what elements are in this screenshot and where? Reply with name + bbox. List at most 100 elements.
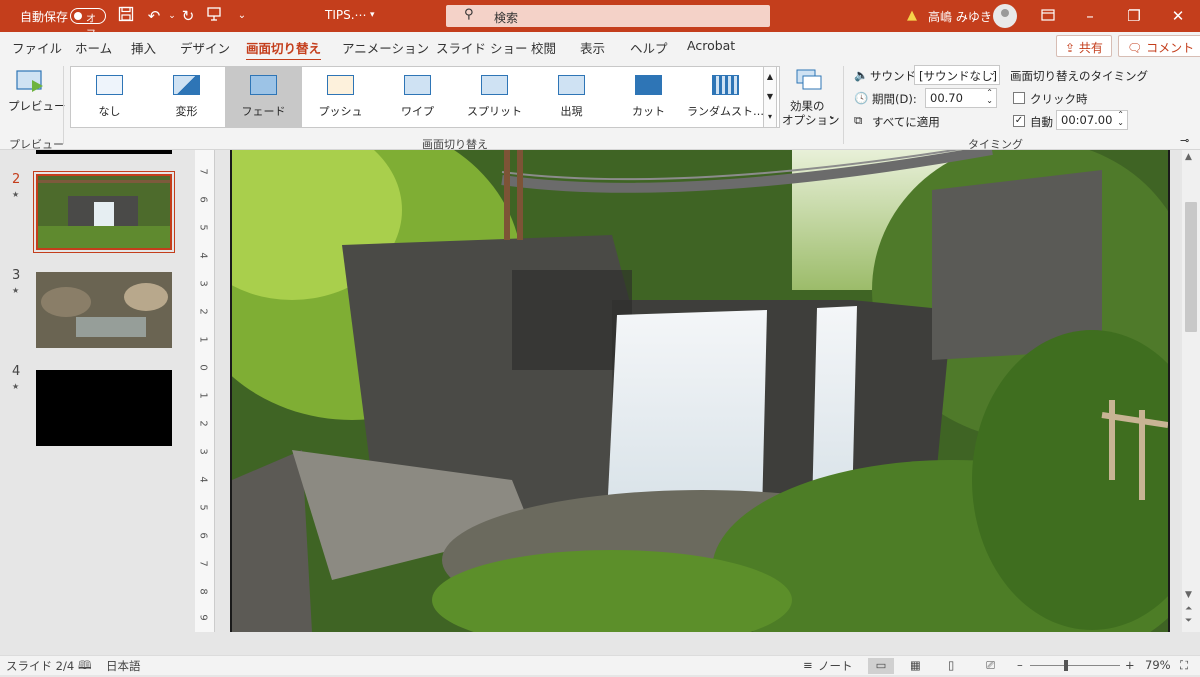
fit-to-window-icon[interactable]: ⛶ [1180, 658, 1188, 673]
ruler-label: 6 [197, 196, 209, 203]
thumbnail-slide-2[interactable] [33, 171, 175, 253]
tab-slideshow[interactable]: スライド ショー [436, 38, 527, 57]
slide-counter: スライド 2/4 [6, 659, 75, 673]
present-from-start-icon[interactable] [204, 6, 224, 26]
transition-split[interactable]: スプリット [456, 67, 533, 127]
share-button[interactable]: ⇪ 共有 [1056, 35, 1112, 57]
ruler-label: 6 [197, 532, 209, 539]
warning-icon[interactable]: ▲ [902, 6, 922, 26]
slide-number-2: 2 [12, 172, 21, 187]
ribbon-display-options-icon[interactable] [1038, 6, 1058, 26]
scroll-down-icon[interactable]: ▼ [1185, 590, 1192, 600]
on-click-checkbox[interactable] [1013, 92, 1025, 104]
ruler-label: 7 [197, 168, 209, 175]
transition-star-icon: ★ [12, 190, 20, 199]
zoom-level[interactable]: 79% [1145, 658, 1171, 672]
slide-canvas[interactable] [230, 150, 1170, 632]
transition-random-bars[interactable]: ランダムスト… [687, 67, 764, 127]
slide-sorter-icon[interactable]: ▦ [910, 658, 921, 672]
slide-number-3: 3 [12, 268, 21, 283]
preview-icon[interactable] [16, 70, 46, 96]
comment-label: コメント [1146, 41, 1195, 55]
tab-view[interactable]: 表示 [580, 38, 605, 57]
thumbnail-slide-3[interactable] [36, 272, 172, 348]
sound-select[interactable]: [サウンドなし] ⌄ [914, 65, 1000, 85]
minimize-icon[interactable]: – [1080, 6, 1100, 26]
scroll-thumb[interactable] [1185, 202, 1197, 332]
thumbnail-slide-4[interactable] [36, 370, 172, 446]
next-slide-icon[interactable]: ⏷ [1185, 616, 1192, 626]
zoom-slider[interactable] [1030, 665, 1120, 666]
tab-acrobat[interactable]: Acrobat [687, 38, 735, 53]
waterfall-photo [232, 150, 1168, 632]
after-checkbox[interactable]: ✓ [1013, 115, 1025, 127]
tab-review[interactable]: 校閲 [531, 38, 556, 57]
slideshow-view-icon[interactable]: ⎚ [986, 658, 995, 673]
zoom-slider-thumb[interactable] [1064, 660, 1068, 671]
title-dropdown-icon[interactable]: ▾ [370, 10, 375, 20]
document-title[interactable]: TIPS.⋯ [325, 8, 367, 22]
ruler-label: 4 [197, 476, 209, 483]
transition-fade[interactable]: フェード [225, 67, 302, 127]
comments-button[interactable]: 🗨 コメント [1118, 35, 1200, 57]
notes-button[interactable]: ノート [818, 658, 853, 674]
scroll-down-icon[interactable]: ▼ [764, 87, 776, 107]
effect-options-dropdown-icon[interactable]: ⌄ [828, 112, 836, 122]
transition-reveal[interactable]: 出現 [533, 67, 610, 127]
transition-none[interactable]: なし [71, 67, 148, 127]
transition-push[interactable]: プッシュ [302, 67, 379, 127]
gallery-more-icon[interactable]: ▾ [764, 107, 776, 127]
zoom-out-icon[interactable]: – [1017, 658, 1023, 672]
customize-qat-icon[interactable]: ⌄ [232, 6, 252, 26]
reading-view-icon[interactable]: ▯ [948, 658, 954, 672]
close-icon[interactable]: ✕ [1168, 6, 1188, 26]
search-icon: ⚲ [464, 7, 474, 22]
redo-icon[interactable]: ↻ [178, 6, 198, 26]
avatar[interactable] [993, 4, 1017, 28]
tab-design[interactable]: デザイン [180, 38, 230, 57]
vertical-scrollbar[interactable]: ▲ ▼ ⏶ ⏷ [1182, 150, 1200, 632]
thumbnail-slide-1-partial[interactable] [36, 150, 172, 154]
tab-transitions[interactable]: 画面切り替え [246, 38, 322, 62]
ruler-label: 5 [197, 504, 209, 511]
search-box[interactable]: ⚲ 検索 [446, 5, 770, 27]
effect-options-icon[interactable] [795, 68, 823, 92]
restore-icon[interactable]: ❐ [1124, 6, 1144, 26]
scroll-up-icon[interactable]: ▲ [1185, 152, 1192, 162]
transition-morph[interactable]: 変形 [148, 67, 225, 127]
tab-insert[interactable]: 挿入 [131, 38, 156, 57]
duration-spinner-icon: ⌃ ⌄ [986, 88, 993, 105]
transition-wipe[interactable]: ワイプ [379, 67, 456, 127]
tab-help[interactable]: ヘルプ [630, 38, 668, 57]
sound-dropdown-icon: ⌄ [988, 68, 996, 78]
scroll-up-icon[interactable]: ▲ [764, 67, 776, 87]
duration-label: 期間(D): [872, 92, 917, 106]
gallery-scroll[interactable]: ▲ ▼ ▾ [763, 66, 777, 128]
transition-cut[interactable]: カット [610, 67, 687, 127]
previous-slide-icon[interactable]: ⏶ [1185, 604, 1192, 614]
collapse-ribbon-icon[interactable]: ⊸ [1180, 134, 1189, 147]
share-icon: ⇪ [1065, 41, 1076, 55]
after-time-field[interactable]: 00:07.00 ⌃ ⌄ [1056, 110, 1128, 130]
tab-animations[interactable]: アニメーション [342, 38, 429, 57]
share-label: 共有 [1078, 41, 1103, 55]
ruler-label: 1 [197, 392, 209, 399]
apply-all-icon: ⧉ [854, 113, 863, 127]
tab-home[interactable]: ホーム [75, 38, 112, 57]
zoom-in-icon[interactable]: + [1125, 658, 1135, 672]
preview-button-label[interactable]: プレビュー [8, 98, 66, 114]
language-indicator[interactable]: 日本語 [106, 658, 141, 674]
normal-view-icon[interactable]: ▭ [868, 658, 894, 674]
apply-to-all-button[interactable]: すべてに適用 [872, 114, 940, 130]
tab-file[interactable]: ファイル [12, 38, 62, 57]
autosave-toggle[interactable]: オフ [70, 8, 106, 40]
undo-icon[interactable]: ↶ [144, 6, 164, 26]
duration-field[interactable]: 00.70 ⌃ ⌄ [925, 88, 997, 108]
notes-icon[interactable]: ≡ [803, 658, 813, 672]
vertical-ruler: 7 6 5 4 3 2 1 0 1 2 3 4 5 6 7 8 9 [195, 150, 215, 632]
user-name[interactable]: 高嶋 みゆき [928, 8, 992, 25]
save-icon[interactable] [116, 6, 136, 26]
after-label: 自動 [1030, 115, 1053, 129]
slide-number-4: 4 [12, 364, 21, 379]
spelling-icon[interactable]: 🕮 [78, 658, 92, 677]
